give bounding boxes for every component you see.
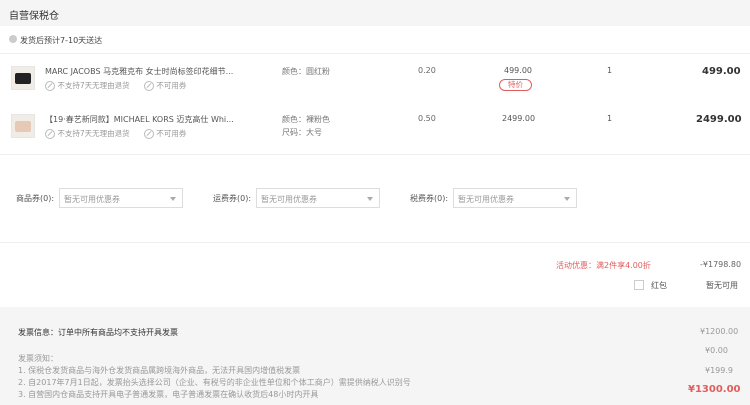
product-title[interactable]: MARC JACOBS 马克雅克布 女士时尚标签印花细节... [45,66,233,77]
no-coupon-icon [144,81,154,91]
payable-amount: ¥1300.00 [688,384,741,395]
tax-coupon-select[interactable]: 暂无可用优惠券 [453,188,577,208]
product-spec-color: 颜色：圆红粉 [282,67,330,76]
unit-price: 499.00 [504,66,532,75]
summary-amount: ¥1200.00 [700,327,739,336]
redpacket-checkbox[interactable] [634,280,644,290]
notice-line: 1. 保税仓发货商品与海外仓发货商品属跨境海外商品，无法开具国内增值税发票 [18,366,301,375]
shipping-coupon-select[interactable]: 暂无可用优惠券 [256,188,380,208]
shipping-coupon-label: 运费券(0): [213,194,252,203]
no-return-icon [45,129,55,139]
tax-rate: 0.50 [418,114,436,123]
promo-text: 活动优惠：满2件享4.00折 [556,261,651,270]
invoice-notice: 发票须知： 1. 保税仓发货商品与海外仓发货商品属跨境海外商品，无法开具国内增值… [18,353,411,401]
quantity: 1 [607,66,613,75]
chevron-down-icon [367,197,373,201]
product-title[interactable]: 【19·春艺新同款】MICHAEL KORS 迈克高仕 Whi... [45,114,234,125]
no-return-tag: 不支持7天无理由退货 [45,128,130,139]
product-spec-color: 颜色：裸粉色 [282,115,330,124]
product-spec-size: 尺码：大号 [282,128,322,137]
shipping-estimate: 发货后预计7-10天送达 [20,36,103,45]
tax-coupon-label: 税费券(0): [410,194,449,203]
no-coupon-tag: 不可用券 [144,128,186,139]
shipping-row [0,26,750,54]
notice-line: 2. 自2017年7月1日起，发票抬头选择公司（企业、有税号的非企业性单位和个体… [18,378,411,387]
item-total: 499.00 [702,66,741,77]
no-return-tag: 不支持7天无理由退货 [45,80,130,91]
handbag-image [15,121,31,132]
quantity: 1 [607,114,613,123]
chevron-down-icon [170,197,176,201]
summary-amount: ¥199.9 [705,366,733,375]
divider [0,242,750,243]
product-coupon-label: 商品券(0): [16,194,55,203]
invoice-info: 发票信息：订单中所有商品均不支持开具发票 [18,328,178,337]
product-thumbnail[interactable] [11,114,35,138]
divider [0,154,750,155]
no-return-icon [45,81,55,91]
warehouse-header [0,0,750,26]
handbag-image [15,73,31,84]
redpacket-label: 红包 [651,281,667,290]
item-total: 2499.00 [696,114,742,125]
shipping-radio-icon[interactable] [9,35,17,43]
summary-amount: ¥0.00 [705,346,728,355]
no-coupon-icon [144,129,154,139]
promo-amount: -¥1798.80 [700,260,742,269]
unit-price: 2499.00 [502,114,536,123]
warehouse-title: 自营保税仓 [9,11,59,22]
product-thumbnail[interactable] [11,66,35,90]
tax-rate: 0.20 [418,66,436,75]
notice-title: 发票须知： [18,354,58,363]
no-coupon-tag: 不可用券 [144,80,186,91]
product-coupon-select[interactable]: 暂无可用优惠券 [59,188,183,208]
notice-line: 3. 自营国内仓商品支持开具电子普通发票，电子普通发票在确认收货后48小时内开具 [18,390,319,399]
redpacket-value: 暂无可用 [706,281,738,290]
discount-badge: 特价 [499,79,532,91]
chevron-down-icon [564,197,570,201]
